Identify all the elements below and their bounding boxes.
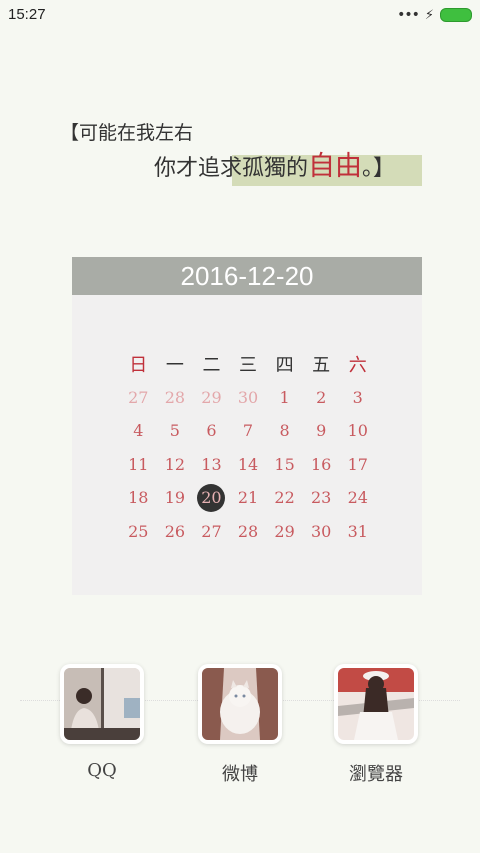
day-cell: 10 — [347, 421, 368, 441]
calendar-date: 2016-12-20 — [72, 257, 422, 295]
weekday-label: 四 — [275, 354, 294, 376]
dock-app-qq[interactable]: QQ — [56, 664, 148, 781]
day-cell: 1 — [279, 387, 290, 407]
day-cell: 22 — [274, 488, 295, 508]
day-cell: 2 — [316, 387, 327, 407]
day-cell: 5 — [169, 421, 180, 441]
day-cell: 13 — [201, 454, 222, 474]
day-cell: 30 — [237, 387, 259, 407]
weekday-label: 五 — [312, 354, 331, 376]
quote-line-2: 你才追求孤獨的自由。】 — [154, 144, 395, 183]
weekday-label: 日 — [129, 354, 148, 376]
quote-accent-word: 自由 — [308, 151, 363, 182]
day-cell: 29 — [274, 521, 295, 541]
quote-line-2-suffix: 。】 — [362, 156, 396, 181]
day-cell: 28 — [237, 521, 259, 541]
dock-label-qq: QQ — [87, 760, 117, 781]
day-cell: 9 — [316, 421, 327, 441]
day-cell: 30 — [311, 521, 332, 541]
day-cell: 12 — [164, 454, 186, 474]
day-cell: 21 — [237, 488, 259, 508]
dock-app-weibo[interactable]: 微博 — [194, 664, 286, 786]
weekday-label: 一 — [165, 354, 184, 376]
day-cell: 14 — [237, 454, 259, 474]
day-cell: 7 — [242, 421, 254, 441]
weekday-label: 二 — [202, 354, 221, 376]
week-row: 25 26 27 28 29 30 31 — [120, 515, 376, 549]
photo-girl-window-icon[interactable] — [60, 664, 144, 744]
day-cell: 23 — [311, 488, 332, 508]
day-cell: 31 — [347, 521, 368, 541]
day-cell: 27 — [128, 387, 149, 407]
quote-widget: 【可能在我左右 你才追求孤獨的自由。】 — [0, 0, 480, 200]
day-cell: 25 — [128, 521, 149, 541]
day-cell: 3 — [352, 387, 363, 407]
day-cell: 18 — [128, 488, 149, 508]
day-cell: 16 — [311, 454, 332, 474]
weekday-row: 日 一 二 三 四 五 六 — [120, 347, 376, 381]
week-row: 18 19 20 21 22 23 24 — [120, 481, 376, 515]
day-cell: 15 — [274, 454, 295, 474]
dock-label-weibo: 微博 — [222, 764, 258, 785]
quote-line-1: 【可能在我左右 — [60, 122, 194, 144]
photo-girl-hat-icon[interactable] — [334, 664, 418, 744]
day-cell: 28 — [164, 387, 186, 407]
calendar-grid: 日 一 二 三 四 五 六 27 28 29 30 1 2 3 4 5 6 7 … — [120, 347, 376, 548]
day-cell: 27 — [201, 521, 222, 541]
day-cell: 17 — [347, 454, 368, 474]
day-cell: 29 — [201, 387, 222, 407]
day-cell: 11 — [128, 454, 149, 474]
dock-label-browser: 瀏覽器 — [349, 764, 403, 785]
photo-girl-cat-icon[interactable] — [198, 664, 282, 744]
quote-line-2-prefix: 你才追求孤獨的 — [154, 156, 309, 181]
week-row: 27 28 29 30 1 2 3 — [120, 381, 376, 415]
day-cell: 24 — [347, 488, 368, 508]
day-cell-today: 20 — [193, 483, 230, 512]
weekday-label: 六 — [348, 354, 367, 376]
weekday-label: 三 — [239, 354, 258, 376]
day-cell: 26 — [164, 521, 186, 541]
calendar-widget[interactable]: 2016-12-20 日 一 二 三 四 五 六 27 28 29 30 1 2… — [72, 257, 422, 595]
day-cell: 8 — [279, 421, 290, 441]
day-cell: 6 — [206, 421, 217, 441]
week-row: 4 5 6 7 8 9 10 — [120, 414, 376, 448]
today-marker: 20 — [197, 483, 226, 512]
week-row: 11 12 13 14 15 16 17 — [120, 448, 376, 482]
day-cell: 4 — [133, 421, 144, 441]
day-cell: 19 — [164, 488, 186, 508]
dock-app-browser[interactable]: 瀏覽器 — [330, 664, 422, 786]
